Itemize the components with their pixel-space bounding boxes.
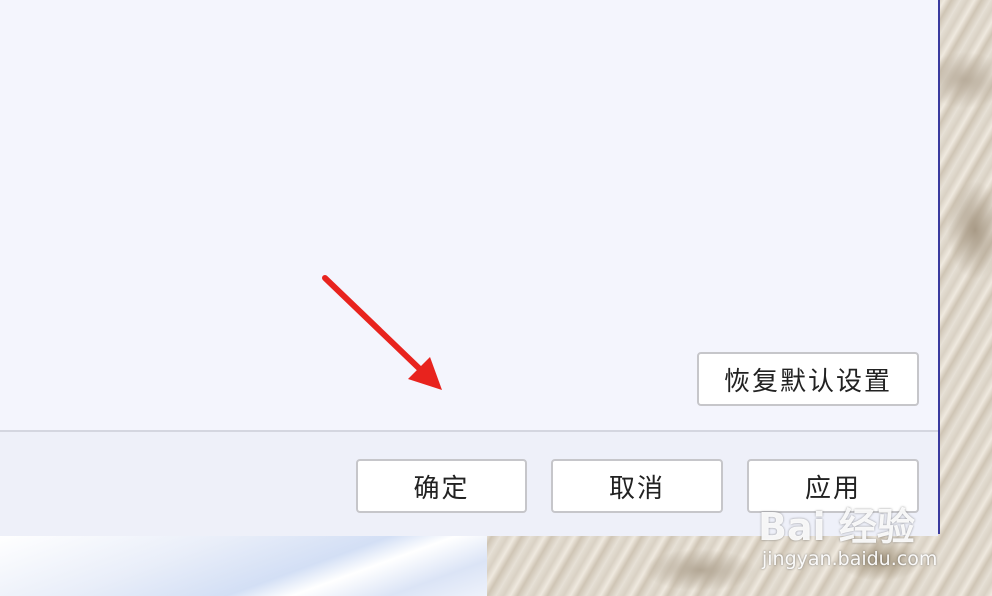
ok-button[interactable]: 确定 [356,459,527,513]
settings-dialog [0,0,940,536]
background-window [0,536,487,596]
apply-button[interactable]: 应用 [747,459,919,513]
cancel-button[interactable]: 取消 [551,459,723,513]
restore-defaults-button[interactable]: 恢复默认设置 [697,352,919,406]
